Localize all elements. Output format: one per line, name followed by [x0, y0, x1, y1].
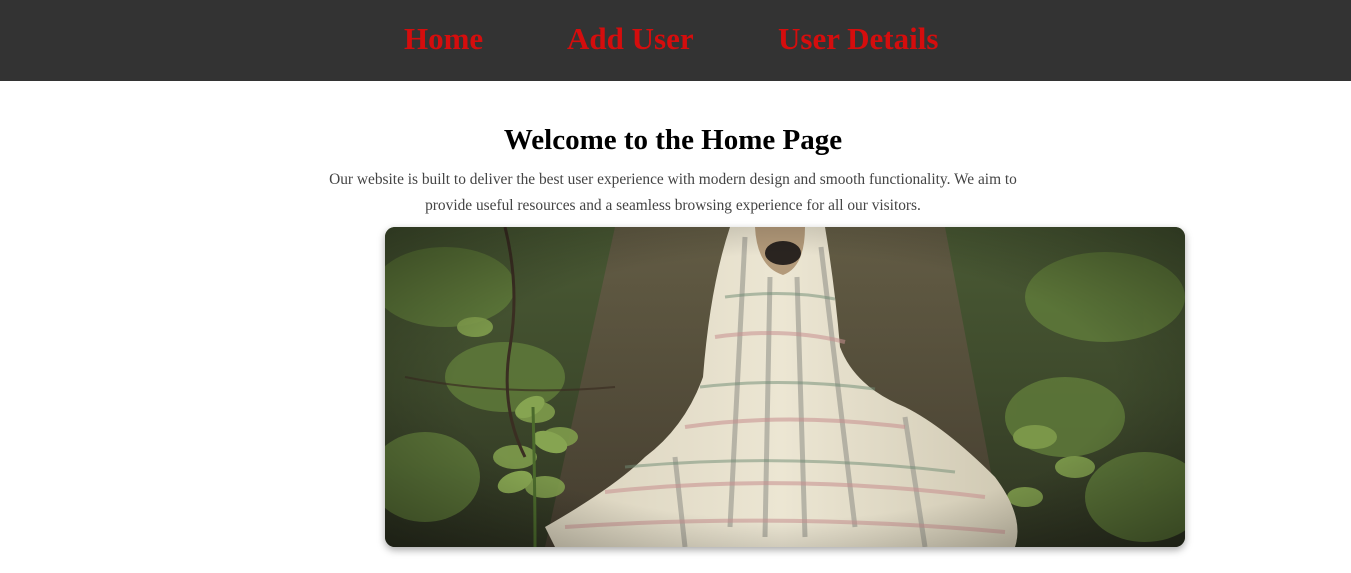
nav-link-user-details[interactable]: User Details — [778, 20, 938, 58]
page-title: Welcome to the Home Page — [503, 124, 843, 156]
hero-image — [385, 227, 1185, 547]
nav-link-home[interactable]: Home — [404, 20, 483, 58]
top-navbar: Home Add User User Details — [0, 0, 1351, 81]
intro-paragraph: Our website is built to deliver the best… — [329, 171, 1017, 214]
nav-link-add-user[interactable]: Add User — [567, 20, 694, 58]
